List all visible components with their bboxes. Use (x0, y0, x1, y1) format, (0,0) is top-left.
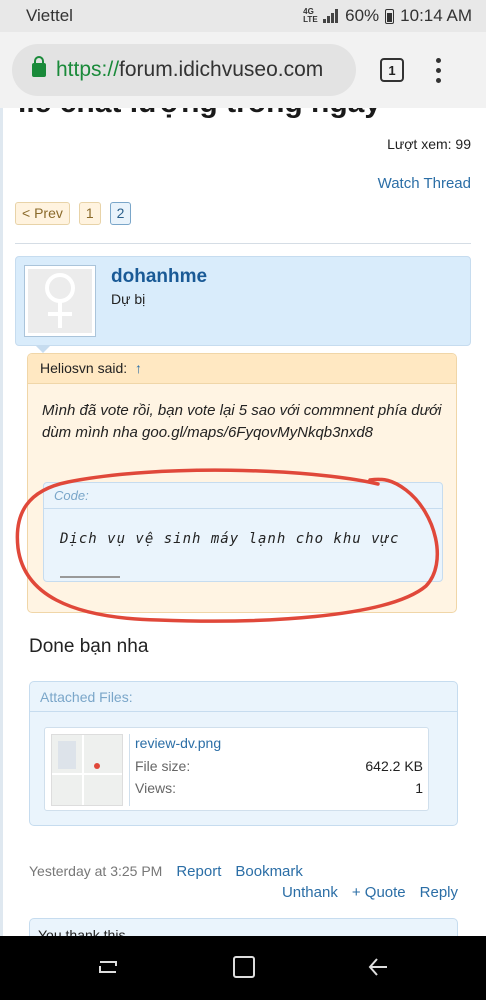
page-content: ile chất lượng trong ngày Lượt xem: 99 W… (0, 108, 486, 936)
lock-icon (32, 56, 46, 77)
file-size-value: 642.2 KB (365, 758, 423, 774)
thread-title: ile chất lượng trong ngày (18, 108, 381, 120)
attachment-thumbnail[interactable] (51, 734, 123, 806)
status-bar: Viettel 4G LTE 60% 10:14 AM (0, 0, 486, 32)
post-actions: Unthank + Quote Reply (282, 884, 458, 901)
pagination: < Prev 1 2 (15, 202, 132, 225)
tab-switcher-button[interactable]: 1 (380, 58, 404, 82)
clock: 10:14 AM (400, 6, 472, 25)
attached-files: Attached Files: review-dv.png File size:… (29, 681, 458, 826)
quote-author: Heliosvn said: (40, 360, 128, 376)
prev-page-button[interactable]: < Prev (15, 202, 70, 225)
file-views-value: 1 (415, 780, 423, 796)
code-text: Dịch vụ vệ sinh máy lạnh cho khu vực (60, 531, 400, 547)
address-bar[interactable]: https:// forum.idichvuseo.com (12, 44, 356, 96)
attachment-item: review-dv.png File size: 642.2 KB Views:… (44, 727, 429, 811)
battery-percent: 60% (345, 6, 380, 25)
recent-apps-icon[interactable] (97, 956, 119, 978)
page-1-button[interactable]: 1 (78, 202, 101, 225)
avatar[interactable] (24, 265, 96, 337)
quote-button[interactable]: + Quote (352, 884, 406, 901)
file-views-row: Views: 1 (135, 780, 423, 796)
page-2-button[interactable]: 2 (109, 202, 132, 225)
thanks-bar: You thank this. (29, 918, 458, 936)
reply-button[interactable]: Reply (420, 884, 458, 901)
url-scheme: https:// (56, 58, 120, 81)
code-scrollbar[interactable] (60, 576, 120, 578)
post-message: Done bạn nha (29, 636, 149, 657)
browser-toolbar: https:// forum.idichvuseo.com 1 (0, 32, 486, 108)
watch-thread-link[interactable]: Watch Thread (378, 175, 471, 192)
jump-to-quote-icon[interactable]: ↑ (135, 360, 142, 376)
bookmark-link[interactable]: Bookmark (235, 863, 303, 880)
code-block: Code: Dịch vụ vệ sinh máy lạnh cho khu v… (43, 482, 443, 582)
network-type: 4G LTE (303, 7, 318, 24)
file-size-row: File size: 642.2 KB (135, 758, 423, 774)
left-divider (0, 108, 3, 936)
home-icon[interactable] (233, 956, 255, 978)
file-views-label: Views: (135, 780, 176, 796)
url-host: forum.idichvuseo.com (119, 58, 324, 81)
view-count: Lượt xem: 99 (387, 136, 471, 152)
user-info-bar: dohanhme Dự bị (15, 256, 471, 346)
carrier-name: Viettel (26, 6, 73, 25)
female-user-icon (45, 273, 75, 328)
divider (15, 243, 471, 244)
quote-block: Heliosvn said: ↑ Mình đã vote rồi, bạn v… (27, 353, 457, 613)
username[interactable]: dohanhme (111, 266, 207, 288)
unthank-button[interactable]: Unthank (282, 884, 338, 901)
system-nav-bar (0, 936, 486, 1000)
back-icon[interactable] (367, 956, 389, 978)
attached-files-header: Attached Files: (30, 682, 457, 712)
signal-icon (323, 9, 339, 23)
quote-header: Heliosvn said: ↑ (28, 354, 456, 384)
quote-text: Mình đã vote rồi, bạn vote lại 5 sao với… (42, 402, 442, 441)
post-timestamp[interactable]: Yesterday at 3:25 PM (29, 863, 162, 880)
user-bar-pointer (35, 345, 51, 353)
more-menu-icon[interactable] (436, 57, 441, 83)
file-size-label: File size: (135, 758, 191, 774)
user-title: Dự bị (111, 291, 146, 307)
battery-icon (385, 8, 395, 24)
attachment-separator (129, 734, 130, 806)
report-link[interactable]: Report (176, 863, 221, 880)
code-label: Code: (44, 483, 442, 509)
post-meta: Yesterday at 3:25 PM Report Bookmark (29, 863, 303, 880)
attachment-link[interactable]: review-dv.png (135, 735, 221, 751)
